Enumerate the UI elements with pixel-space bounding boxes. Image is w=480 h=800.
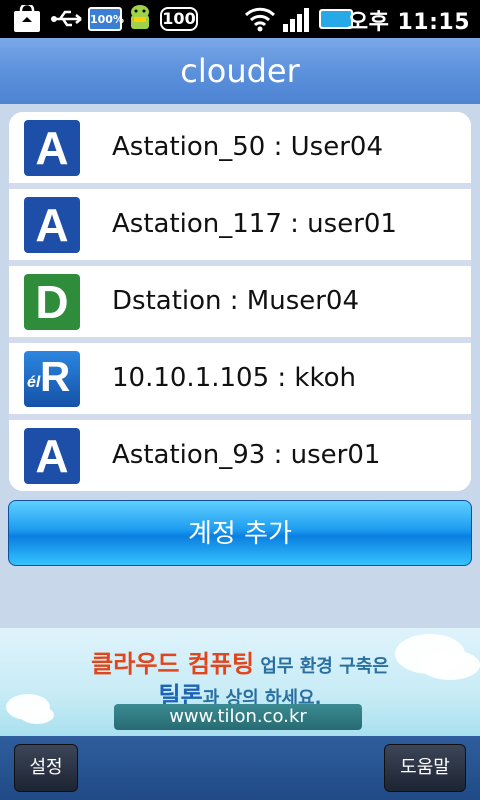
- ad-banner[interactable]: 클라우드 컴퓨팅 업무 환경 구축은 틸론과 상의 하세요. www.tilon…: [0, 628, 480, 736]
- banner-highlight: 클라우드 컴퓨팅: [91, 650, 255, 678]
- banner-line1-text: 업무 환경 구축은: [254, 656, 389, 677]
- battery-level-icon: 100: [160, 7, 198, 31]
- android-icon: [131, 5, 149, 29]
- account-row[interactable]: A Astation_117 : user01: [9, 189, 471, 260]
- clock: 오후 11:15: [347, 10, 470, 35]
- remote-sub: él: [27, 374, 41, 391]
- astation-icon: A: [24, 120, 80, 176]
- dstation-icon: D: [24, 274, 80, 330]
- banner-line1: 클라우드 컴퓨팅 업무 환경 구축은: [0, 644, 480, 679]
- battery-badge-icon: 100%: [88, 7, 124, 31]
- account-label: Dstation : Muser04: [112, 286, 360, 316]
- astation-icon: A: [24, 197, 80, 253]
- account-label: 10.10.1.105 : kkoh: [112, 363, 356, 393]
- banner-url: www.tilon.co.kr: [114, 704, 362, 730]
- wifi-icon: [244, 7, 276, 32]
- astation-icon: A: [24, 428, 80, 484]
- bottom-toolbar: 설정 도움말: [0, 736, 480, 800]
- account-label: Astation_117 : user01: [112, 209, 397, 239]
- account-row[interactable]: R él 10.10.1.105 : kkoh: [9, 343, 471, 414]
- remote-letter: R: [40, 353, 71, 400]
- account-row[interactable]: A Astation_93 : user01: [9, 420, 471, 491]
- account-row[interactable]: A Astation_50 : User04: [9, 112, 471, 183]
- add-account-button[interactable]: 계정 추가: [8, 500, 472, 566]
- settings-button[interactable]: 설정: [14, 744, 78, 792]
- help-button[interactable]: 도움말: [384, 744, 466, 792]
- app-title: clouder: [0, 38, 480, 104]
- shopping-bag-icon: [14, 5, 40, 32]
- account-row[interactable]: D Dstation : Muser04: [9, 266, 471, 337]
- remote-desktop-icon: R él: [24, 351, 80, 407]
- signal-icon: [283, 8, 309, 32]
- usb-icon: [51, 10, 82, 27]
- account-label: Astation_50 : User04: [112, 132, 383, 162]
- account-list: A Astation_50 : User04 A Astation_117 : …: [9, 112, 471, 491]
- status-bar: 100% 100 오후 11:15: [0, 0, 480, 38]
- account-label: Astation_93 : user01: [112, 440, 381, 470]
